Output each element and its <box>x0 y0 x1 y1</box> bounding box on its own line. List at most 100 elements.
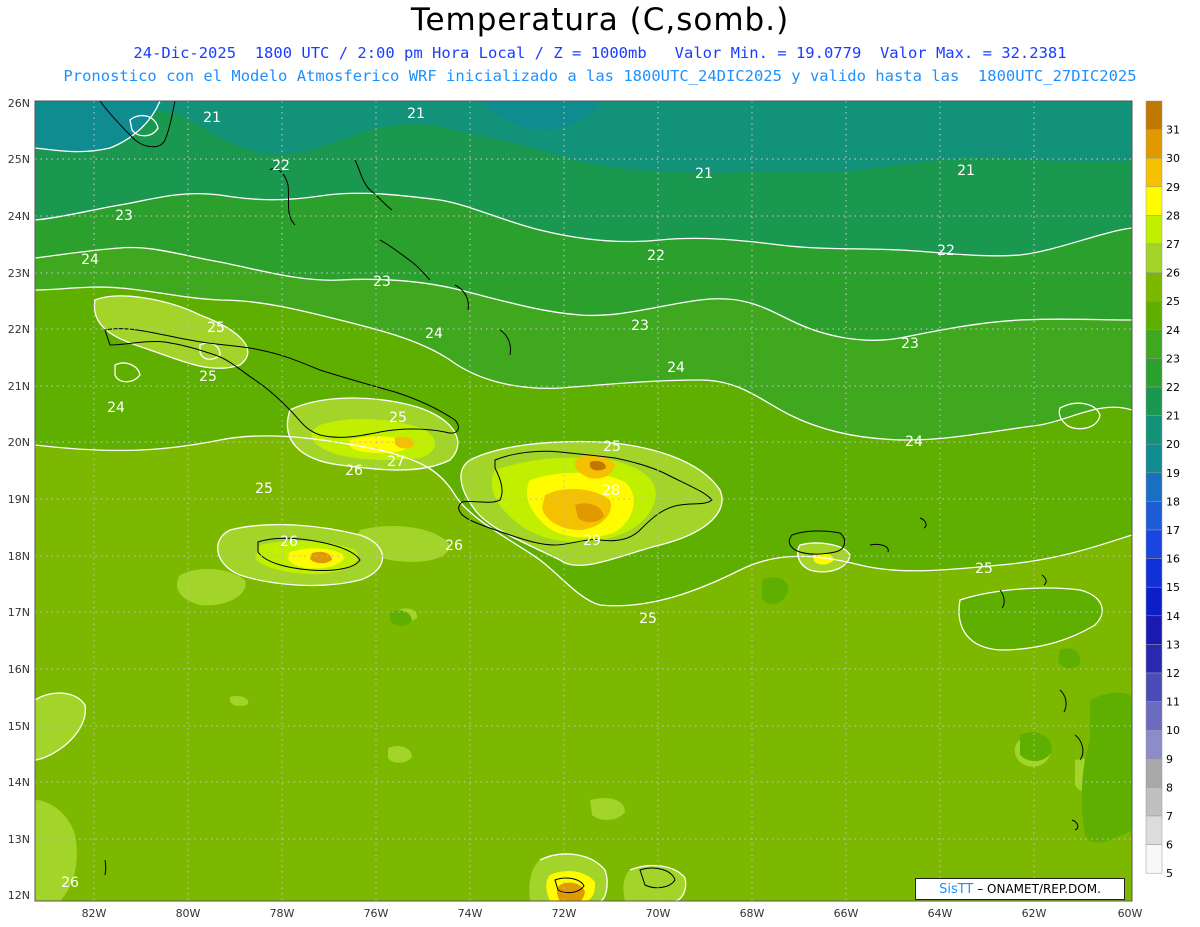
contour-label: 26 <box>61 875 79 891</box>
colorbar-label: 16 <box>1166 553 1180 566</box>
contour-label: 24 <box>667 360 685 376</box>
credit-text: – ONAMET/REP.DOM. <box>977 882 1101 896</box>
colorbar-swatch <box>1145 415 1163 445</box>
lat-tick: 22N <box>8 323 30 336</box>
contour-label: 26 <box>280 534 298 550</box>
colorbar-swatch <box>1145 443 1163 474</box>
contour-label: 25 <box>975 561 993 577</box>
colorbar-swatch <box>1145 157 1163 188</box>
colorbar-swatch <box>1145 501 1163 531</box>
colorbar-swatch <box>1145 472 1163 502</box>
sistt-logo: SisTT <box>939 882 974 897</box>
colorbar-label: 19 <box>1166 467 1180 480</box>
colorbar-swatch <box>1145 329 1163 359</box>
contour-label: 23 <box>901 336 919 352</box>
lat-axis: 26N 25N 24N 23N 22N 21N 20N 19N 18N 17N … <box>8 97 30 902</box>
colorbar-label: 27 <box>1166 238 1180 251</box>
contour-label: 24 <box>425 326 443 342</box>
colorbar-label: 18 <box>1166 495 1180 508</box>
contour-label: 23 <box>373 274 391 290</box>
contour-label: 24 <box>107 400 125 416</box>
credit-box: SisTT – ONAMET/REP.DOM. <box>915 878 1125 900</box>
colorbar-label: 28 <box>1166 209 1180 222</box>
lat-tick: 17N <box>8 606 30 619</box>
colorbar-label: 10 <box>1166 724 1180 737</box>
lon-axis: 82W 80W 78W 76W 74W 72W 70W 68W 66W 64W … <box>82 907 1143 920</box>
lon-tick: 72W <box>552 907 577 920</box>
colorbar-swatch <box>1145 586 1163 617</box>
colorbar-label: 17 <box>1166 524 1180 537</box>
colorbar-swatch <box>1145 615 1163 645</box>
colorbar-swatch <box>1145 729 1163 760</box>
colorbar-label: 13 <box>1166 638 1180 651</box>
lat-tick: 25N <box>8 153 30 166</box>
lat-tick: 16N <box>8 663 30 676</box>
temperature-map: 21 21 21 21 22 22 22 23 23 23 23 24 24 2… <box>8 97 1180 920</box>
lat-tick: 26N <box>8 97 30 110</box>
colorbar-label: 12 <box>1166 667 1180 680</box>
lat-tick: 13N <box>8 833 30 846</box>
lat-tick: 19N <box>8 493 30 506</box>
contour-label: 25 <box>389 410 407 426</box>
colorbar-label: 14 <box>1166 610 1180 623</box>
lon-tick: 82W <box>82 907 107 920</box>
colorbar-label: 5 <box>1166 867 1173 880</box>
contour-label: 21 <box>407 106 425 122</box>
colorbar-swatch <box>1145 300 1163 331</box>
colorbar-label: 23 <box>1166 352 1180 365</box>
contour-label: 22 <box>937 243 955 259</box>
contour-label: 26 <box>445 538 463 554</box>
contour-label: 25 <box>603 439 621 455</box>
lon-tick: 76W <box>364 907 389 920</box>
lat-tick: 20N <box>8 436 30 449</box>
contour-label: 26 <box>345 463 363 479</box>
colorbar-label: 24 <box>1166 324 1180 337</box>
colorbar-swatch <box>1145 243 1163 273</box>
contour-label: 24 <box>905 434 923 450</box>
contour-label: 28 <box>602 483 620 499</box>
lat-tick: 14N <box>8 776 30 789</box>
colorbar-swatch <box>1145 672 1163 702</box>
colorbar-swatch <box>1145 386 1163 416</box>
contour-label: 21 <box>695 166 713 182</box>
lat-tick: 23N <box>8 267 30 280</box>
contour-label: 22 <box>647 248 665 264</box>
colorbar-swatch <box>1145 272 1163 302</box>
lon-tick: 70W <box>646 907 671 920</box>
contour-label: 23 <box>115 208 133 224</box>
colorbar-swatch <box>1145 358 1163 388</box>
colorbar-label: 30 <box>1166 152 1180 165</box>
colorbar-label: 29 <box>1166 181 1180 194</box>
lon-tick: 64W <box>928 907 953 920</box>
contour-label: 25 <box>207 320 225 336</box>
lon-tick: 66W <box>834 907 859 920</box>
contour-label: 21 <box>203 110 221 126</box>
colorbar-label: 20 <box>1166 438 1180 451</box>
lat-tick: 12N <box>8 889 30 902</box>
lat-tick: 18N <box>8 550 30 563</box>
contour-label: 25 <box>639 611 657 627</box>
colorbar-swatch <box>1145 129 1163 159</box>
contour-label: 27 <box>387 454 405 470</box>
lon-tick: 80W <box>176 907 201 920</box>
colorbar-swatch <box>1145 815 1163 845</box>
lat-tick: 24N <box>8 210 30 223</box>
lon-tick: 74W <box>458 907 483 920</box>
colorbar-swatch <box>1145 844 1163 874</box>
colorbar-label: 31 <box>1166 124 1180 137</box>
lon-tick: 60W <box>1118 907 1143 920</box>
lon-tick: 62W <box>1022 907 1047 920</box>
contour-label: 23 <box>631 318 649 334</box>
lon-tick: 78W <box>270 907 295 920</box>
colorbar-label: 21 <box>1166 410 1180 423</box>
colorbar-label: 22 <box>1166 381 1180 394</box>
contour-label: 25 <box>255 481 273 497</box>
colorbar-swatch <box>1145 558 1163 588</box>
colorbar-label: 15 <box>1166 581 1180 594</box>
colorbar-swatch <box>1145 787 1163 817</box>
colorbar-swatch <box>1145 186 1163 216</box>
colorbar-label: 25 <box>1166 295 1180 308</box>
contour-label: 21 <box>957 163 975 179</box>
colorbar-swatch <box>1145 100 1163 130</box>
lat-tick: 15N <box>8 720 30 733</box>
